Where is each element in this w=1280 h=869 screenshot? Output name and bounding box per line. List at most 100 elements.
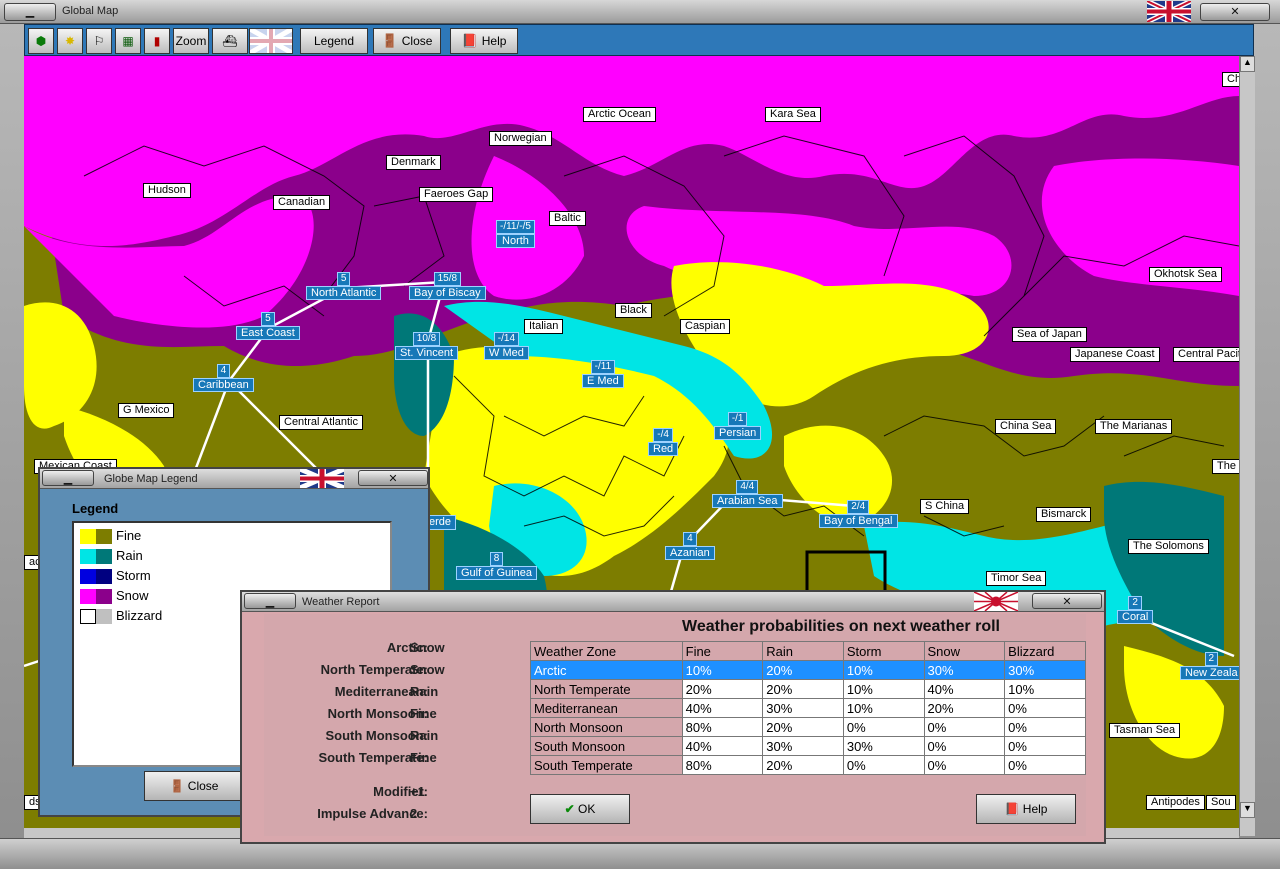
table-cell: 0% xyxy=(842,717,925,737)
sea-zone-bay-of-bengal[interactable]: 2/4 Bay of Bengal xyxy=(819,500,898,528)
modifier-value: +1 xyxy=(410,784,425,799)
sea-zone-name: St. Vincent xyxy=(395,346,458,360)
ships-icon: ⛴ xyxy=(222,34,238,48)
map-label: Caspian xyxy=(680,319,731,334)
title-bar: ▁ Global Map ✕ xyxy=(0,0,1280,24)
blizzard-swatch-light xyxy=(80,609,96,625)
sea-zone-e-med[interactable]: -/11 E Med xyxy=(582,360,624,388)
grid-button[interactable]: ▦ xyxy=(115,28,141,54)
scroll-up-icon[interactable]: ▲ xyxy=(1240,56,1255,72)
sea-zone-name: W Med xyxy=(484,346,529,360)
legend-system-menu-button[interactable]: ▁ xyxy=(42,470,94,486)
sea-zone-coral[interactable]: 2 Coral xyxy=(1117,596,1154,624)
table-cell: 40% xyxy=(923,679,1006,699)
table-cell: 30% xyxy=(842,736,925,756)
legend-button[interactable]: Legend xyxy=(300,28,368,54)
table-cell: 20% xyxy=(762,679,844,699)
thermometer-icon: ▮ xyxy=(153,34,161,48)
map-label: Norwegian xyxy=(489,131,552,146)
weather-probabilities-heading: Weather probabilities on next weather ro… xyxy=(682,618,1000,635)
ok-button[interactable]: ✔ OK xyxy=(530,794,630,824)
map-label: Baltic xyxy=(549,211,586,226)
sea-zone-value: 5 xyxy=(336,272,351,286)
legend-item-label: Rain xyxy=(116,548,143,563)
impulse-value: 2 xyxy=(410,806,418,821)
thermometer-button[interactable]: ▮ xyxy=(144,28,170,54)
sea-zone-gulf-of-guinea[interactable]: 8 Gulf of Guinea xyxy=(456,552,537,580)
map-label: Denmark xyxy=(386,155,441,170)
zoom-button[interactable]: Zoom xyxy=(173,28,209,54)
map-vertical-scrollbar[interactable]: ▲ ▼ xyxy=(1239,56,1255,836)
table-cell: 20% xyxy=(762,660,844,680)
weather-system-menu-button[interactable]: ▁ xyxy=(244,593,296,609)
weather-button[interactable]: ✸ xyxy=(57,28,83,54)
table-cell: North Temperate xyxy=(530,679,683,699)
sea-zone-red[interactable]: -/4 Red xyxy=(648,428,679,456)
sea-zone-bay-of-biscay[interactable]: 15/8 Bay of Biscay xyxy=(409,272,486,300)
sea-zone-east-coast[interactable]: 5 East Coast xyxy=(236,312,300,340)
legend-item-label: Storm xyxy=(116,568,151,583)
system-menu-button[interactable]: ▁ xyxy=(4,3,56,21)
table-row[interactable]: Arctic 10% 20% 10% 30% 30% xyxy=(530,660,1086,680)
table-cell: 80% xyxy=(681,755,764,775)
sea-zone-value: 15/8 xyxy=(433,272,462,286)
table-cell: 30% xyxy=(1004,660,1086,680)
weather-window-titlebar[interactable]: ▁ Weather Report ✕ xyxy=(242,592,1104,612)
legend-item-label: Fine xyxy=(116,528,142,543)
legend-window-close-button[interactable]: ✕ xyxy=(358,470,428,486)
legend-window-titlebar[interactable]: ▁ Globe Map Legend ✕ xyxy=(40,469,428,489)
sea-zone-name: Azanian xyxy=(665,546,715,560)
sea-zone-value: 4 xyxy=(683,532,697,546)
sea-zone-name: North Atlantic xyxy=(306,286,382,300)
sea-zone-arabian-sea[interactable]: 4/4 Arabian Sea xyxy=(712,480,783,508)
sea-zone-st-vincent[interactable]: 10/8 St. Vincent xyxy=(395,332,458,360)
fine-swatch-dark xyxy=(96,529,112,545)
storm-swatch-light xyxy=(80,569,96,585)
table-row[interactable]: North Temperate 20% 20% 10% 40% 10% xyxy=(530,679,1086,699)
legend-item-label: Snow xyxy=(116,588,149,603)
sea-zone-name: E Med xyxy=(582,374,624,388)
sea-zone-value: 4 xyxy=(216,364,231,378)
weather-window-close-button[interactable]: ✕ xyxy=(1032,593,1102,609)
blizzard-swatch-dark xyxy=(96,609,112,625)
grid-icon: ▦ xyxy=(122,34,134,48)
zone-weather: Fine xyxy=(410,706,437,721)
table-cell: 80% xyxy=(681,717,764,737)
column-header: Weather Zone xyxy=(530,641,683,661)
help-button[interactable]: 📕 Help xyxy=(450,28,518,54)
weather-window-title: Weather Report xyxy=(302,596,380,608)
sea-zone-north[interactable]: -/11/-/5 North xyxy=(496,220,535,248)
units-button[interactable]: ⛴ xyxy=(212,28,248,54)
sea-zone-azanian[interactable]: 4 Azanian xyxy=(665,532,715,560)
table-cell: 10% xyxy=(681,660,764,680)
uk-flag-faded-icon xyxy=(248,26,294,56)
flag-button[interactable]: ⚐ xyxy=(86,28,112,54)
table-cell: 20% xyxy=(762,755,844,775)
close-button[interactable]: 🚪 Close xyxy=(373,28,441,54)
sea-zone-north-atlantic[interactable]: 5 North Atlantic xyxy=(306,272,382,300)
sea-zone-caribbean[interactable]: 4 Caribbean xyxy=(193,364,254,392)
sea-zone-name: Coral xyxy=(1117,610,1154,624)
legend-window-title: Globe Map Legend xyxy=(104,473,198,485)
weather-help-button[interactable]: 📕 Help xyxy=(976,794,1076,824)
legend-close-button[interactable]: 🚪 Close xyxy=(144,771,244,801)
table-row[interactable]: Mediterranean 40% 30% 10% 20% 0% xyxy=(530,698,1086,718)
sea-zone-value: -/1 xyxy=(727,412,748,426)
zoom-label: Zoom xyxy=(175,34,207,48)
window-close-button[interactable]: ✕ xyxy=(1200,3,1270,21)
sea-zone-persian[interactable]: -/1 Persian xyxy=(714,412,762,440)
scroll-down-icon[interactable]: ▼ xyxy=(1240,802,1255,818)
table-row[interactable]: South Monsoon 40% 30% 30% 0% 0% xyxy=(530,736,1086,756)
table-row[interactable]: South Temperate 80% 20% 0% 0% 0% xyxy=(530,755,1086,775)
hex-button[interactable]: ⬢ xyxy=(28,28,54,54)
nation-flag-button[interactable] xyxy=(248,26,294,56)
zone-weather: Rain xyxy=(410,728,439,743)
table-cell: 30% xyxy=(923,660,1006,680)
map-label: Central Atlantic xyxy=(279,415,363,430)
map-label: G Mexico xyxy=(118,403,175,418)
sea-zone-value: 4/4 xyxy=(736,480,759,494)
table-row[interactable]: North Monsoon 80% 20% 0% 0% 0% xyxy=(530,717,1086,737)
sea-zone-new-zealand[interactable]: 2 New Zeala xyxy=(1180,652,1239,680)
map-label: Timor Sea xyxy=(986,571,1047,586)
sea-zone-w-med[interactable]: -/14 W Med xyxy=(484,332,529,360)
